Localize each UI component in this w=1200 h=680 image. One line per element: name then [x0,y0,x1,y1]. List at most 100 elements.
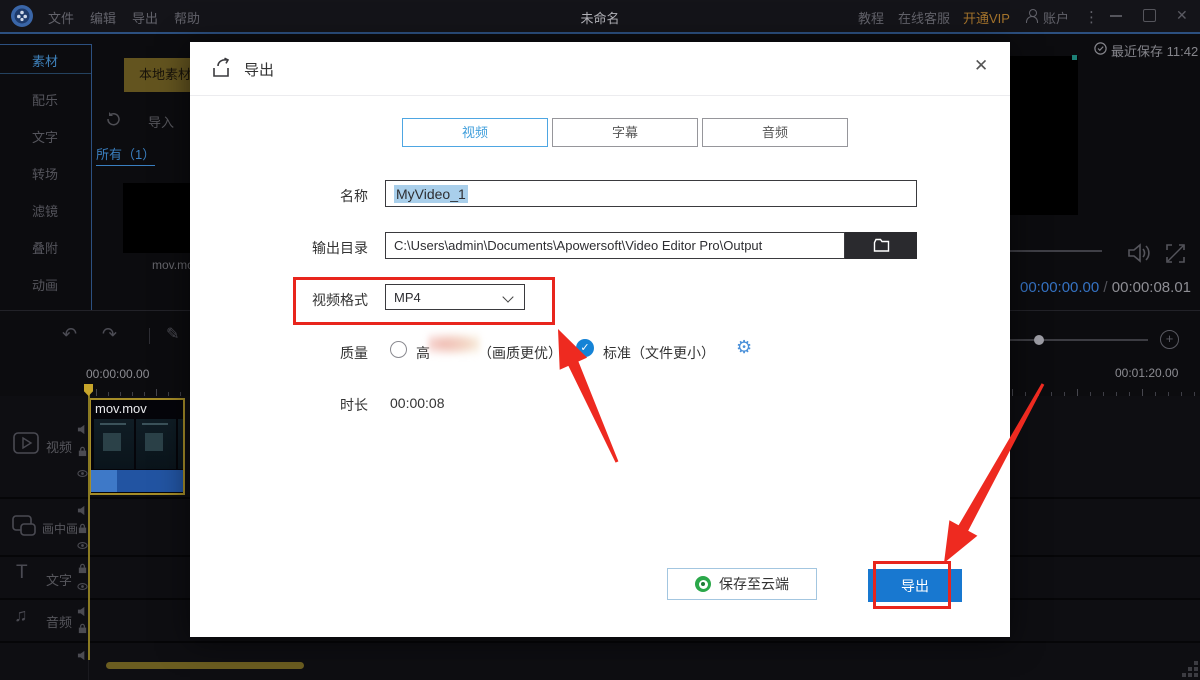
pencil-icon[interactable]: ✎ [166,324,179,344]
menu-help[interactable]: 帮助 [174,8,200,27]
clip-thumbnail [178,419,183,469]
preview-handle[interactable] [1072,55,1077,60]
browse-folder-button[interactable] [845,232,917,259]
undo-icon[interactable]: ↶ [62,324,77,345]
pip-track-icon [12,515,38,537]
output-dir-label: 输出目录 [258,238,368,258]
track-label-pip: 画中画 [42,520,78,537]
output-dir-value: C:\Users\admin\Documents\Apowersoft\Vide… [394,238,762,253]
support-link[interactable]: 在线客服 [898,8,950,27]
speaker-icon[interactable] [77,505,88,516]
account-icon [1026,9,1038,21]
text-track-icon: T [16,562,28,584]
eye-icon[interactable] [77,468,88,479]
audio-track-icon: ♫ [14,605,28,626]
sidebar-item-overlay[interactable]: 叠附 [0,238,90,257]
current-time: 00:00:00.00 [1020,279,1099,296]
sidebar-item-filter[interactable]: 滤镜 [0,201,90,220]
lock-icon[interactable] [77,446,88,457]
menu-export[interactable]: 导出 [132,8,158,27]
project-title: 未命名 [550,8,650,27]
volume-icon[interactable] [1126,241,1152,265]
track-label-text: 文字 [46,570,72,589]
zoom-slider-track[interactable] [1010,339,1148,341]
export-icon [211,56,235,80]
gear-icon[interactable]: ⚙ [736,337,752,358]
lock-icon[interactable] [77,623,88,634]
annotation-box-format [293,277,555,325]
lock-icon[interactable] [77,563,88,574]
sidebar-item-text[interactable]: 文字 [0,127,90,146]
quality-high-note: （画质更优） [478,343,562,363]
check-circle-icon [1094,42,1107,55]
timeline-scrollbar[interactable] [106,662,304,669]
tutorial-link[interactable]: 教程 [858,8,884,27]
speaker-icon[interactable] [77,650,88,661]
clip-waveform [91,470,183,492]
sidebar-item-music[interactable]: 配乐 [0,90,90,109]
save-to-cloud-button[interactable]: 保存至云端 [667,568,817,600]
lock-icon[interactable] [77,523,88,534]
eye-icon[interactable] [77,581,88,592]
blurred-badge [428,331,480,357]
vip-link[interactable]: 开通VIP [963,8,1010,27]
sidebar-item-media[interactable]: 素材 [0,51,90,70]
zoom-in-icon[interactable]: + [1160,330,1179,349]
name-label: 名称 [258,186,368,206]
playhead-handle[interactable] [84,384,93,396]
clip-thumbnail [136,419,176,469]
clip-thumbnail [94,419,134,469]
tab-subtitle[interactable]: 字幕 [552,118,698,147]
dialog-close-icon[interactable]: ✕ [974,56,988,76]
tab-video[interactable]: 视频 [402,118,548,147]
maximize-icon[interactable] [1143,9,1156,22]
fullscreen-icon[interactable] [1165,243,1186,264]
filter-all-link[interactable]: 所有（1） [96,144,155,166]
output-dir-input[interactable]: C:\Users\admin\Documents\Apowersoft\Vide… [385,232,845,259]
resize-grip-icon[interactable] [1182,661,1198,677]
speaker-icon[interactable] [77,424,88,435]
import-button[interactable]: 导入 [148,112,174,131]
eye-icon[interactable] [77,540,88,551]
playhead-time: 00:00:00.00 [86,367,149,381]
playhead-line[interactable] [88,384,90,660]
zoom-slider-knob[interactable] [1034,335,1044,345]
timeline-ruler [96,388,188,396]
quality-standard-radio[interactable]: ✓ [576,339,594,357]
redo-icon[interactable]: ↷ [102,324,117,345]
toolbar-divider [149,328,150,344]
timeline-clip[interactable]: mov.mov [89,398,185,495]
preview-time-display: 00:00:00.00 / 00:00:08.01 [1020,279,1191,296]
name-value-selected: MyVideo_1 [394,185,468,203]
account-link[interactable]: 账户 [1043,8,1069,27]
app-window: 文件 编辑 导出 帮助 未命名 教程 在线客服 开通VIP 账户 ⋮ ✕ 素材 … [0,0,1200,680]
sidebar-border [0,44,91,45]
timeline-ruler [1012,388,1200,396]
ruler-time-label: 00:01:20.00 [1115,366,1178,380]
dialog-divider [190,95,1010,96]
sidebar-item-transition[interactable]: 转场 [0,164,90,183]
import-icon [104,110,122,128]
clip-name: mov.mov [95,401,147,416]
menu-edit[interactable]: 编辑 [90,8,116,27]
preview-seekbar[interactable] [1010,250,1102,252]
more-vertical-icon[interactable]: ⋮ [1084,8,1099,26]
cloud-service-icon [695,576,711,592]
minimize-icon[interactable] [1110,15,1122,17]
name-input[interactable]: MyVideo_1 [385,180,917,207]
export-dialog: 导出 ✕ 视频 字幕 音频 名称 MyVideo_1 输出目录 C:\Users… [190,42,1010,637]
quality-standard-label[interactable]: 标准（文件更小） [603,343,715,363]
video-track-icon [13,432,39,454]
time-separator: / [1103,279,1107,296]
menu-file[interactable]: 文件 [48,8,74,27]
close-window-icon[interactable]: ✕ [1176,7,1188,24]
tab-audio[interactable]: 音频 [702,118,848,147]
quality-high-radio[interactable] [390,341,407,358]
duration-label: 时长 [258,395,368,415]
sidebar-item-animation[interactable]: 动画 [0,275,90,294]
sidebar-border [91,44,92,310]
speaker-icon[interactable] [77,606,88,617]
quality-label: 质量 [258,343,368,363]
annotation-box-export [873,561,951,609]
folder-icon [873,238,890,253]
